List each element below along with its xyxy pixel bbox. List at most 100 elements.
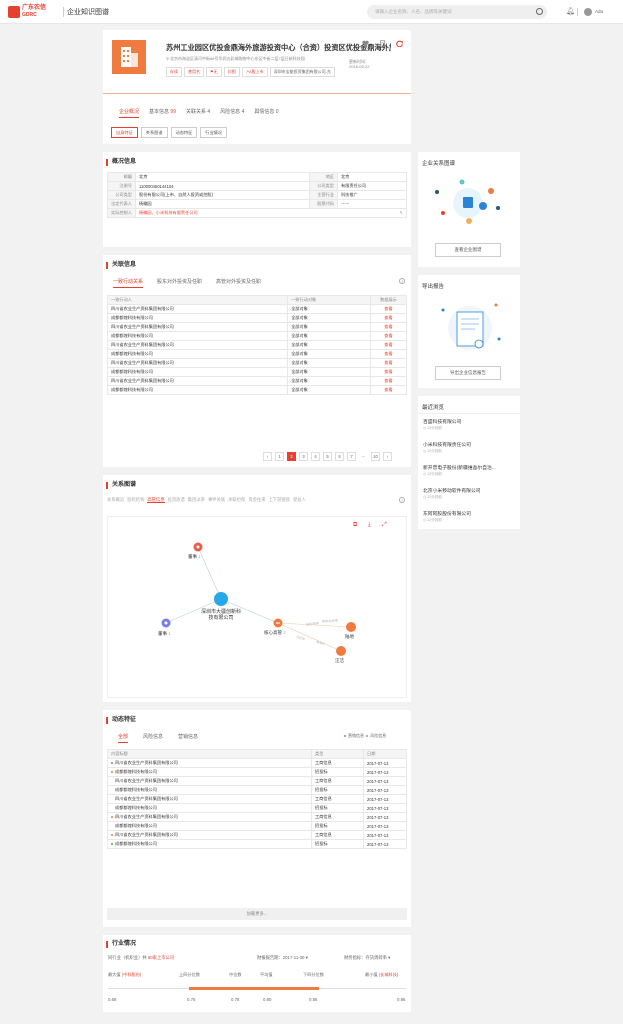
graph-label-exec[interactable]: 核心高管 2	[264, 630, 286, 636]
tab-relations[interactable]: 关联关系 4	[186, 108, 210, 118]
table-row[interactable]: 四川省农业生产资料集团有限公司 工商信息 2017-07-13	[107, 758, 407, 768]
page-button[interactable]: 1	[275, 452, 284, 461]
page-button[interactable]: 10	[371, 452, 380, 461]
graph-center-label[interactable]: 深圳市大疆创新科技有限公司	[200, 609, 242, 621]
recent-item[interactable]: 东阿阿胶股份有限公司	[423, 510, 471, 517]
load-more-button[interactable]: 加载更多...	[107, 908, 407, 920]
table-row[interactable]: 成都都煌科技有限公司 招投标 2017-07-13	[107, 785, 407, 795]
table-row[interactable]: 成都都煌科技有限公司 招投标 2017-07-13	[107, 839, 407, 849]
graph-tab[interactable]: 关系概览	[107, 497, 124, 502]
subtab-industry[interactable]: 行业情况	[200, 127, 228, 138]
dynamic-title[interactable]: 四川省农业生产资料集团有限公司	[107, 794, 312, 804]
graph-label-director[interactable]: 董事 1	[188, 554, 201, 560]
subtab-graph[interactable]: 关系图谱	[140, 127, 168, 138]
table-row[interactable]: 四川省农业生产资料集团有限公司 工商信息 2017-07-13	[107, 830, 407, 840]
logo[interactable]: 广东农信 GDRC	[8, 5, 61, 19]
table-row[interactable]: 四川省农业生产资料集团有限公司 工商信息 2017-07-13	[107, 812, 407, 822]
page-button[interactable]: 6	[335, 452, 344, 461]
view-link[interactable]: 查看	[370, 322, 407, 332]
graph-tab[interactable]: 投资族谱	[168, 497, 185, 502]
view-link[interactable]: 查看	[370, 376, 407, 386]
view-link[interactable]: 查看	[370, 313, 407, 323]
dynamic-title[interactable]: 成都都煌科技有限公司	[107, 839, 312, 849]
tab-exec-invest[interactable]: 高管对外投资及任职	[216, 278, 261, 288]
dynamic-title[interactable]: 四川省农业生产资料集团有限公司	[107, 830, 312, 840]
graph-label-person[interactable]: 陆地	[345, 634, 354, 640]
table-row[interactable]: 成都都煌科技有限公司 招投标 2017-07-13	[107, 821, 407, 831]
recent-item[interactable]: 小米科技有限责任公司	[423, 441, 471, 448]
graph-tab[interactable]: 股权结构	[127, 497, 144, 502]
page-button[interactable]: 3	[299, 452, 308, 461]
dynamic-title[interactable]: 成都都煌科技有限公司	[107, 803, 312, 813]
tab-risk-info[interactable]: 风险信息	[143, 733, 163, 743]
recent-item[interactable]: 新开普电子股份(新疆维吾尔自治...	[423, 464, 496, 471]
dynamic-title[interactable]: 四川省农业生产资料集团有限公司	[107, 812, 312, 822]
dynamic-title[interactable]: 四川省农业生产资料集团有限公司	[107, 758, 312, 768]
subtab-self[interactable]: 自身特征	[111, 127, 138, 138]
subtab-dynamic[interactable]: 动态特征	[170, 127, 198, 138]
tab-sentiment[interactable]: 舆情信息 0	[254, 108, 278, 118]
metric-select[interactable]: 财务指标：存货周转率 ▾	[344, 955, 390, 961]
tag-parent[interactable]: 深圳市宝能投资集团有限公司-东	[269, 67, 335, 77]
edit-icon[interactable]: ✎	[399, 210, 403, 215]
recent-item[interactable]: 北京小米移动软件有限公司	[423, 487, 481, 494]
graph-tab[interactable]: 受益人	[293, 497, 306, 502]
tab-marketing[interactable]: 营销信息	[178, 733, 198, 743]
view-link[interactable]: 查看	[370, 340, 407, 350]
view-link[interactable]: 查看	[370, 367, 407, 377]
help-icon[interactable]: ?	[399, 278, 405, 284]
table-row[interactable]: 成都都煌科技有限公司 招投标 2017-07-13	[107, 803, 407, 813]
page-button[interactable]: 2	[287, 452, 296, 461]
graph-label-person[interactable]: 汪洁	[335, 658, 344, 664]
tab-concerted[interactable]: 一致行动关系	[113, 278, 144, 288]
fullscreen-icon[interactable]: ⤢	[382, 522, 387, 529]
view-link[interactable]: 查看	[370, 358, 407, 368]
next-page-button[interactable]: ›	[383, 452, 392, 461]
download-icon[interactable]: ⤓	[368, 522, 371, 529]
prev-page-button[interactable]: ‹	[263, 452, 272, 461]
export-report-button[interactable]: 导出企业信息报告	[435, 366, 501, 380]
graph-tab[interactable]: 事件关联	[208, 497, 225, 502]
graph-tab[interactable]: 集团派系	[188, 497, 205, 502]
graph-tab[interactable]: 高管信息	[147, 497, 165, 503]
graph-canvas[interactable]: ⧉ ⤓ ⤢ 深圳市大疆创新科技有限公司 董事 1 董事 1 核心高管 2 陆地 …	[107, 516, 407, 698]
report-date-select[interactable]: 财报报告期：2017-11-30 ▾	[257, 955, 308, 961]
tab-risk[interactable]: 风险信息 4	[220, 108, 244, 118]
dynamic-title[interactable]: 四川省农业生产资料集团有限公司	[107, 776, 312, 786]
search-icon[interactable]	[536, 8, 543, 15]
recent-item[interactable]: 百盛科技有限公司	[423, 418, 461, 425]
tag-former-name[interactable]: 曾用名	[184, 67, 204, 77]
export-icon[interactable]	[379, 40, 386, 49]
table-row[interactable]: 四川省农业生产资料集团有限公司 工商信息 2017-07-13	[107, 794, 407, 804]
heart-icon[interactable]	[362, 40, 369, 49]
view-link[interactable]: 查看	[370, 385, 407, 395]
page-button[interactable]: 5	[323, 452, 332, 461]
refresh-icon[interactable]	[396, 40, 403, 49]
controller-value[interactable]: 杨橄园、小米科技有限责任公司 ✎	[135, 208, 407, 218]
tab-basic-info[interactable]: 基本信息 99	[149, 108, 176, 118]
search-input[interactable]: 请输入企业名称、人名、品牌等关键词	[367, 5, 547, 19]
dynamic-title[interactable]: 成都都煌科技有限公司	[107, 767, 312, 777]
help-icon[interactable]: ?	[399, 497, 405, 503]
tab-shareholder-invest[interactable]: 股东对外投资及任职	[157, 278, 202, 288]
view-link[interactable]: 查看	[370, 349, 407, 359]
view-link[interactable]: 查看	[370, 331, 407, 341]
page-button[interactable]: 4	[311, 452, 320, 461]
bell-icon[interactable]: 🔔︎	[566, 8, 575, 16]
user-name[interactable]: Ada	[595, 9, 603, 14]
avatar[interactable]	[584, 8, 592, 16]
table-row[interactable]: 成都都煌科技有限公司 招投标 2017-07-13	[107, 767, 407, 777]
graph-tab[interactable]: 资金往来	[248, 497, 265, 502]
view-link[interactable]: 查看	[370, 304, 407, 314]
tab-overview[interactable]: 企业概况	[119, 108, 140, 118]
view-graph-button[interactable]: 查看企业图谱	[435, 243, 501, 257]
hierarchy-icon[interactable]: ⧉	[353, 522, 357, 529]
table-row[interactable]: 四川省农业生产资料集团有限公司 工商信息 2017-07-13	[107, 776, 407, 786]
graph-tab[interactable]: 关联担保	[228, 497, 245, 502]
peers-count-link[interactable]: 60家上市公司	[148, 955, 174, 960]
graph-tab[interactable]: 上下游链接	[269, 497, 290, 502]
graph-label-director[interactable]: 董事 1	[158, 631, 171, 637]
dynamic-title[interactable]: 成都都煌科技有限公司	[107, 785, 312, 795]
dynamic-title[interactable]: 成都都煌科技有限公司	[107, 821, 312, 831]
tab-all[interactable]: 全部	[118, 733, 129, 743]
